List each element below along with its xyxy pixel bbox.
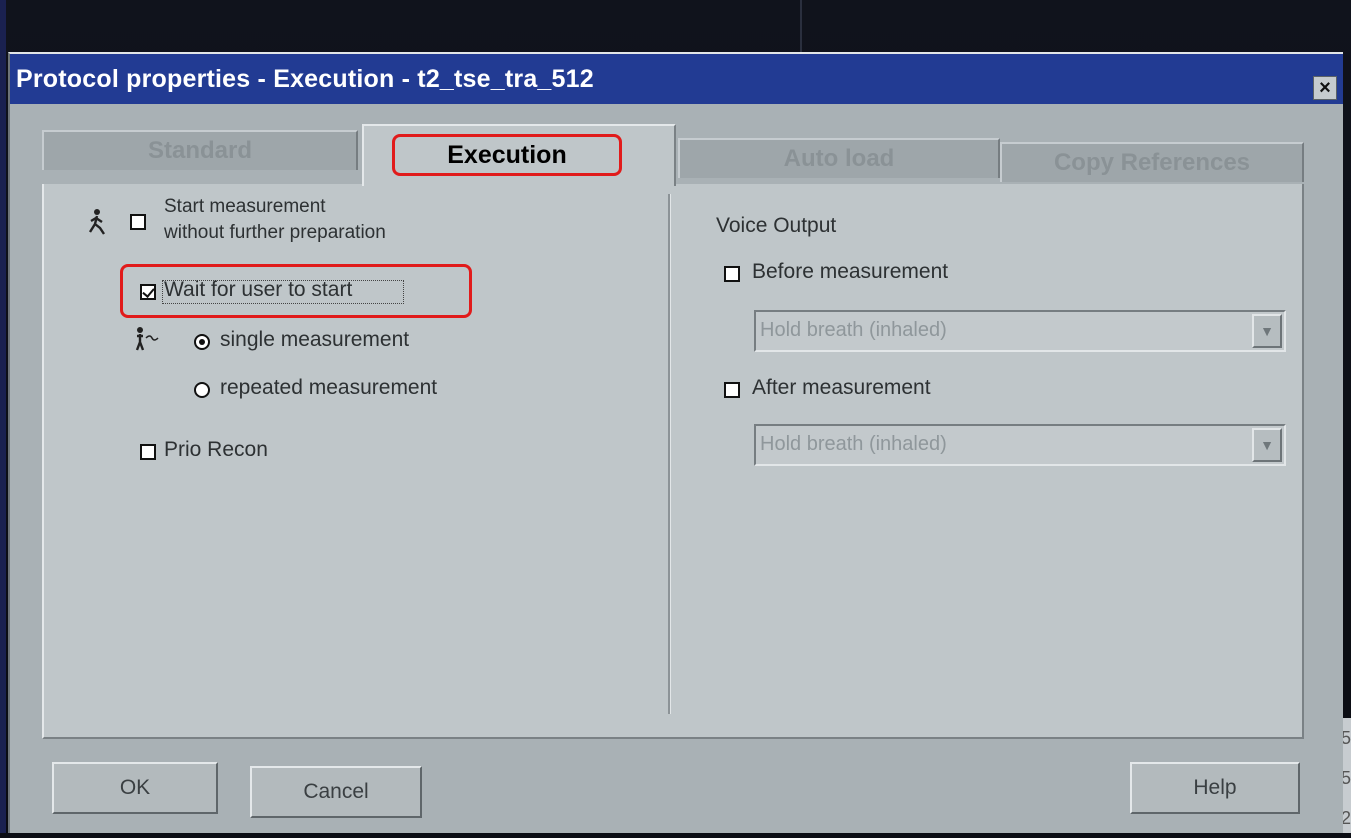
start-measurement-label-line2: without further preparation (164, 222, 386, 243)
tab-label: Standard (147, 137, 252, 164)
prio-recon-checkbox[interactable] (140, 444, 156, 460)
before-measurement-dropdown[interactable]: Hold breath (inhaled) ▼ (754, 310, 1286, 352)
help-button-label: Help (1193, 776, 1237, 799)
voice-output-heading: Voice Output (716, 214, 837, 237)
tab-standard[interactable]: Standard (42, 130, 358, 170)
panel-divider (668, 194, 671, 714)
chevron-down-icon[interactable]: ▼ (1252, 428, 1282, 462)
cancel-button-label: Cancel (303, 780, 369, 803)
ok-button-label: OK (119, 776, 151, 799)
tab-label: Copy References (1053, 149, 1251, 176)
before-measurement-checkbox[interactable] (724, 266, 740, 282)
start-measurement-checkbox[interactable] (130, 214, 146, 230)
single-measurement-label: single measurement (220, 328, 410, 351)
wait-for-user-label: Wait for user to start (164, 278, 353, 301)
cancel-button[interactable]: Cancel (250, 766, 422, 818)
after-measurement-label: After measurement (752, 376, 931, 399)
close-button[interactable]: × (1313, 76, 1337, 100)
tab-label: Execution (447, 140, 567, 169)
prio-recon-label: Prio Recon (164, 438, 268, 461)
window-title: Protocol properties - Execution - t2_tse… (16, 64, 594, 93)
tab-auto-load[interactable]: Auto load (678, 138, 1000, 178)
tab-copy-references[interactable]: Copy References (1000, 142, 1304, 182)
tab-label: Auto load (783, 145, 895, 172)
repeated-measurement-radio[interactable] (194, 382, 210, 398)
tab-execution-highlight: Execution (392, 134, 622, 176)
walking-person-icon (88, 209, 105, 235)
patient-icon (135, 327, 159, 351)
ok-button[interactable]: OK (52, 762, 218, 814)
before-measurement-label: Before measurement (752, 260, 949, 283)
execution-tab-panel: Start measurement without further prepar… (42, 184, 1304, 739)
single-measurement-radio[interactable] (194, 334, 210, 350)
background-window-border (800, 0, 802, 60)
title-bar[interactable]: Protocol properties - Execution - t2_tse… (10, 54, 1343, 104)
dropdown-value: Hold breath (inhaled) (760, 319, 947, 341)
tab-execution[interactable]: Execution (362, 124, 676, 186)
after-measurement-dropdown[interactable]: Hold breath (inhaled) ▼ (754, 424, 1286, 466)
dropdown-value: Hold breath (inhaled) (760, 433, 947, 455)
protocol-properties-dialog: Protocol properties - Execution - t2_tse… (8, 52, 1343, 833)
wait-for-user-checkbox[interactable] (140, 284, 156, 300)
start-measurement-label-line1: Start measurement (164, 196, 326, 217)
after-measurement-checkbox[interactable] (724, 382, 740, 398)
chevron-down-icon[interactable]: ▼ (1252, 314, 1282, 348)
repeated-measurement-label: repeated measurement (220, 376, 438, 399)
monitor-edge (0, 0, 6, 833)
close-icon: × (1319, 77, 1331, 99)
help-button[interactable]: Help (1130, 762, 1300, 814)
